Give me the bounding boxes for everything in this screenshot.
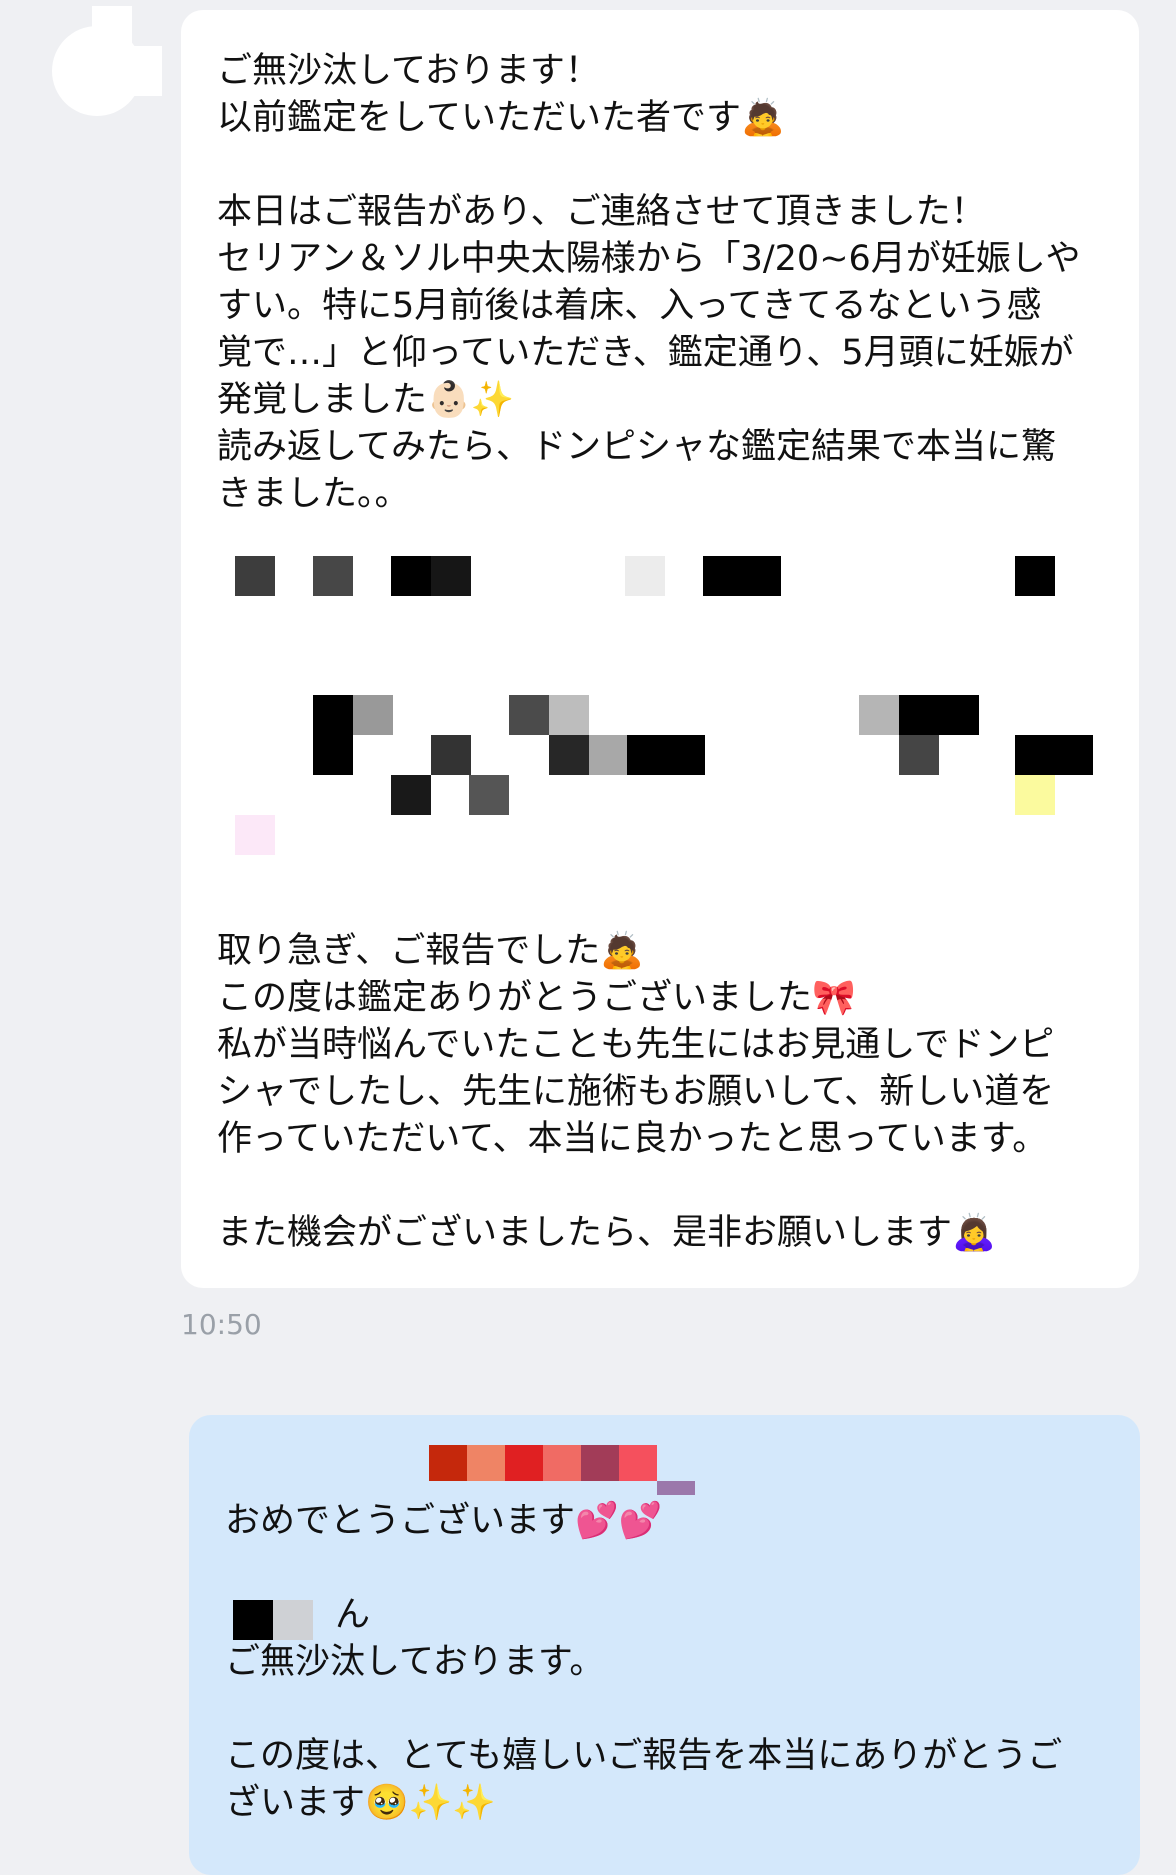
message-line: シャでしたし、先生に施術もお願いして、新しい道を <box>217 1072 1055 1112</box>
message-line: 本日はご報告があり、ご連絡させて頂きました！ <box>217 192 986 232</box>
message-line: 覚で…」と仰っていただき、鑑定通り、5月頭に妊娠が <box>217 333 1074 373</box>
censored-mosaic <box>189 1445 695 1505</box>
message-line: 以前鑑定をしていただいた者です🙇 <box>217 98 785 138</box>
message-line: また機会がございましたら、是非お願いします🙇‍♀️ <box>217 1213 996 1253</box>
message-line: この度は鑑定ありがとうございました🎀 <box>217 978 856 1018</box>
message-line: この度は、とても嬉しいご報告を本当にありがとうご <box>225 1736 1063 1776</box>
outgoing-message-bubble[interactable]: おめでとうございます💕💕 ん ご無沙汰しております。 この度は、とても嬉しいご報… <box>189 1415 1140 1875</box>
message-line: セリアン＆ソル中央太陽様から「3/20~6月が妊娠しや <box>217 239 1081 279</box>
message-line: 読み返してみたら、ドンピシャな鑑定結果で本当に驚 <box>217 427 1056 467</box>
message-line: ご無沙汰しております。 <box>225 1642 605 1682</box>
message-line: 私が当時悩んでいたことも先生にはお見通しでドンピ <box>217 1025 1055 1065</box>
censored-mosaic <box>181 540 1139 910</box>
message-line: ご無沙汰しております！ <box>217 51 600 91</box>
message-line: きました。。 <box>217 474 410 514</box>
message-line: すい。特に5月前後は着床、入ってきてるなという感 <box>217 286 1042 326</box>
message-line: 取り急ぎ、ご報告でした🙇 <box>217 931 644 971</box>
message-line: ん <box>335 1595 371 1635</box>
message-line: おめでとうございます💕💕 <box>225 1501 663 1541</box>
censored-mosaic <box>233 1600 313 1640</box>
incoming-message-bubble[interactable]: ご無沙汰しております！ 以前鑑定をしていただいた者です🙇 本日はご報告があり、ご… <box>181 10 1139 1288</box>
message-line: 発覚しました👶🏻✨ <box>217 380 515 420</box>
message-line: 作っていただいて、本当に良かったと思っています。 <box>217 1119 1048 1159</box>
avatar[interactable] <box>32 6 162 136</box>
message-line: ざいます🥹✨✨ <box>225 1783 496 1823</box>
message-timestamp: 10:50 <box>181 1308 262 1341</box>
